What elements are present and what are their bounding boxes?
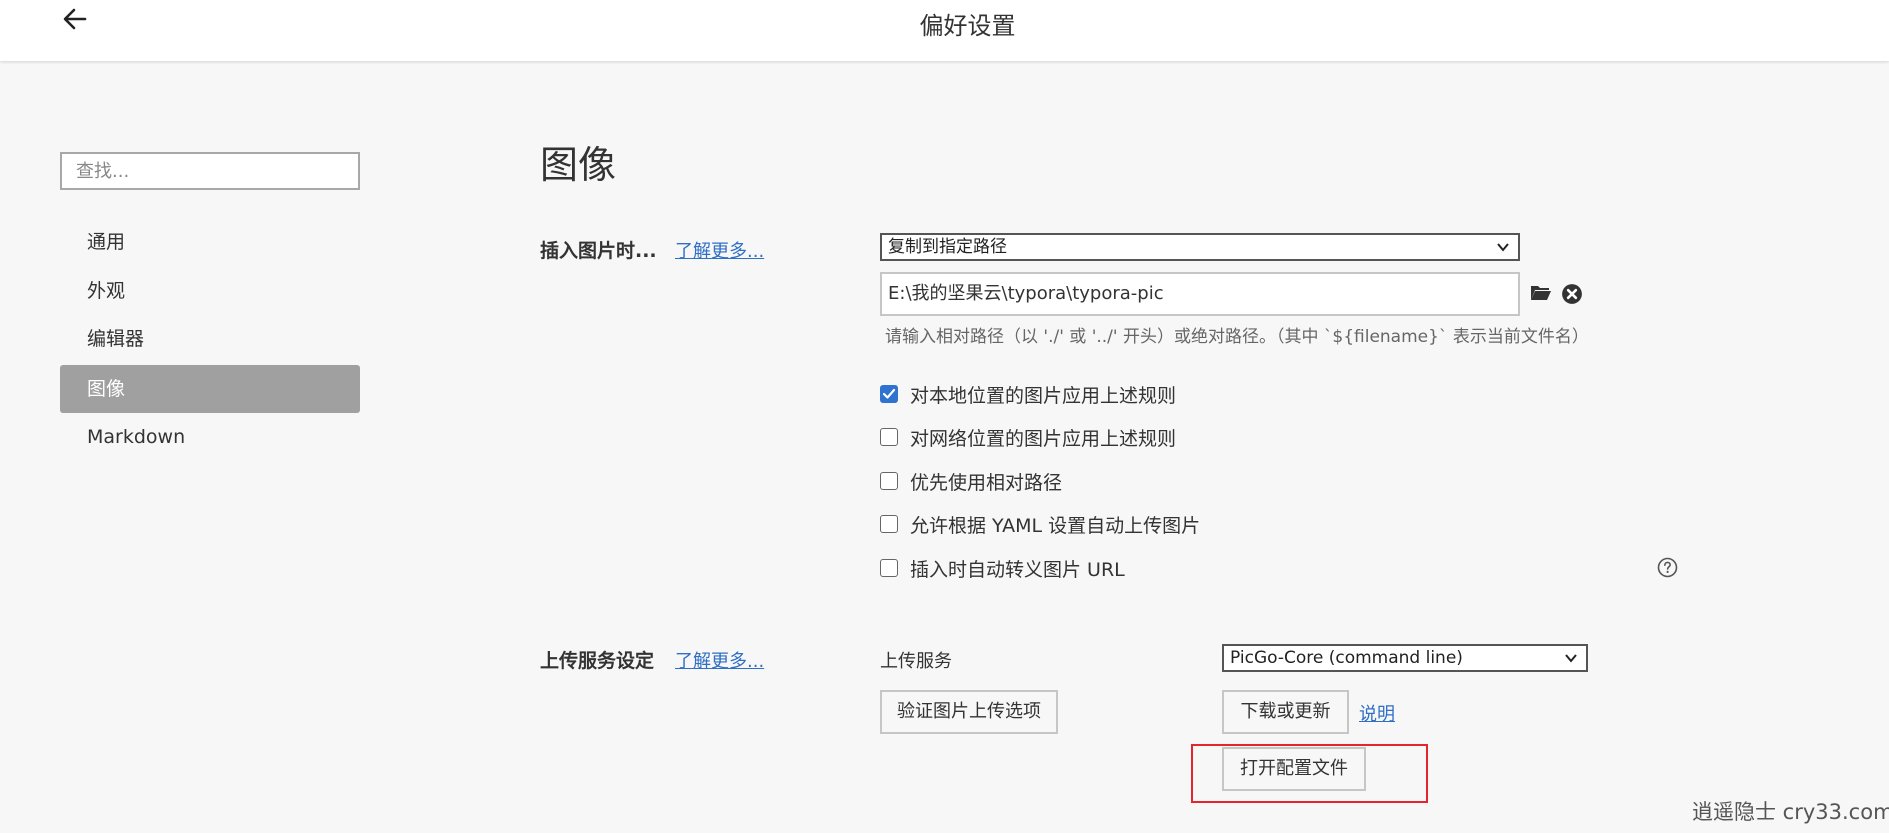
- path-hint-text: 请输入相对路径（以 './' 或 '../' 开头）或绝对路径。（其中 `${f…: [885, 327, 1589, 347]
- image-path-input[interactable]: E:\我的坚果云\typora\typora-pic: [880, 272, 1520, 316]
- sidebar-item-markdown[interactable]: Markdown: [60, 413, 360, 461]
- annotation-highlight-box: [1191, 744, 1428, 803]
- checkbox[interactable]: [880, 515, 898, 533]
- search-input[interactable]: [60, 152, 360, 190]
- page-title: 图像: [540, 143, 617, 187]
- option-escape-url[interactable]: 插入时自动转义图片 URL: [880, 555, 1125, 581]
- upload-service-select[interactable]: PicGo-Core (command line): [1222, 644, 1588, 672]
- checkbox-checked[interactable]: [880, 385, 898, 403]
- question-circle-icon[interactable]: [1657, 557, 1678, 578]
- upload-service-value: PicGo-Core (command line): [1230, 648, 1463, 668]
- checkbox[interactable]: [880, 428, 898, 446]
- option-label: 允许根据 YAML 设置自动上传图片: [910, 514, 1201, 537]
- download-update-button[interactable]: 下载或更新: [1222, 690, 1349, 734]
- option-label: 对网络位置的图片应用上述规则: [910, 427, 1177, 450]
- option-yaml-upload[interactable]: 允许根据 YAML 设置自动上传图片: [880, 511, 1200, 537]
- docs-link[interactable]: 说明: [1359, 700, 1395, 726]
- option-label: 对本地位置的图片应用上述规则: [910, 384, 1177, 407]
- checkbox[interactable]: [880, 472, 898, 490]
- insert-image-label: 插入图片时...: [540, 240, 657, 262]
- option-apply-network[interactable]: 对网络位置的图片应用上述规则: [880, 424, 1176, 450]
- chevron-down-icon: [1497, 243, 1509, 252]
- checkbox[interactable]: [880, 559, 898, 577]
- verify-upload-button[interactable]: 验证图片上传选项: [880, 690, 1058, 734]
- sidebar-item-image[interactable]: 图像: [60, 365, 360, 413]
- insert-image-learn-more-link[interactable]: 了解更多...: [675, 237, 764, 263]
- sidebar-item-general[interactable]: 通用: [60, 218, 360, 266]
- header-bar: 偏好设置: [0, 0, 1889, 61]
- insert-action-value: 复制到指定路径: [888, 237, 1007, 257]
- option-prefer-relative[interactable]: 优先使用相对路径: [880, 468, 1062, 494]
- close-circle-icon[interactable]: [1561, 283, 1583, 305]
- upload-service-label: 上传服务设定: [540, 650, 655, 672]
- watermark-text: 逍遥隐士 cry33.com: [1692, 800, 1889, 824]
- upload-service-learn-more-link[interactable]: 了解更多...: [675, 647, 764, 673]
- option-label: 插入时自动转义图片 URL: [910, 558, 1125, 581]
- check-icon: [882, 388, 896, 399]
- window-title: 偏好设置: [919, 12, 1016, 40]
- chevron-down-icon: [1565, 654, 1577, 663]
- option-apply-local[interactable]: 对本地位置的图片应用上述规则: [880, 381, 1176, 407]
- upload-service-field-label: 上传服务: [880, 651, 952, 672]
- sidebar-item-editor[interactable]: 编辑器: [60, 315, 360, 363]
- option-label: 优先使用相对路径: [910, 471, 1063, 494]
- folder-icon[interactable]: [1530, 282, 1552, 304]
- insert-action-select[interactable]: 复制到指定路径: [880, 233, 1520, 261]
- sidebar-item-appearance[interactable]: 外观: [60, 267, 360, 315]
